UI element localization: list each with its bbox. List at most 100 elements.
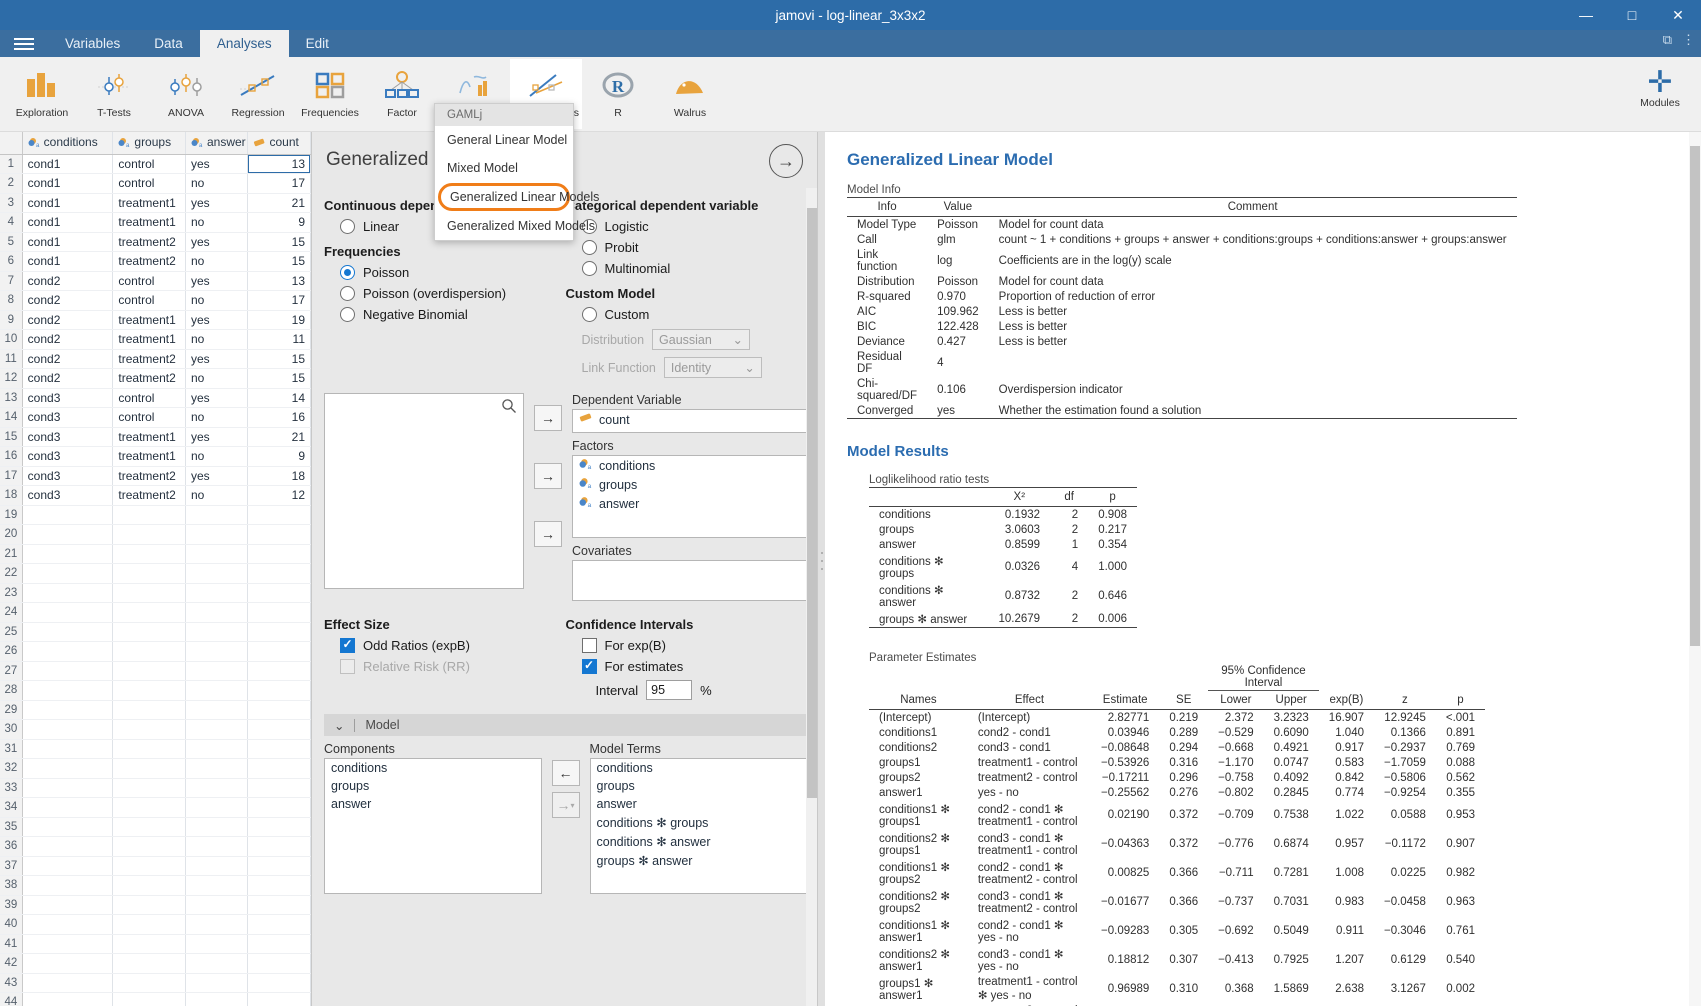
cell-conditions[interactable] <box>22 759 113 779</box>
cell-answer[interactable] <box>185 661 248 681</box>
cell-groups[interactable]: treatment1 <box>113 213 186 233</box>
column-header-groups[interactable]: a groups <box>113 132 186 154</box>
cell-answer[interactable]: yes <box>185 232 248 252</box>
results-scrollbar-thumb[interactable] <box>1690 146 1700 646</box>
search-icon[interactable] <box>501 398 517 417</box>
cell-groups[interactable] <box>113 817 186 837</box>
cell-answer[interactable]: yes <box>185 154 248 174</box>
assign-covariates-button[interactable]: → <box>534 521 562 547</box>
model-term-item[interactable]: groups ✻ answer <box>591 851 807 870</box>
cell-count[interactable]: 13 <box>248 271 311 291</box>
cell-count[interactable]: 15 <box>248 349 311 369</box>
cell-answer[interactable] <box>185 525 248 545</box>
factor-item-conditions[interactable]: a conditions <box>573 456 806 475</box>
cell-conditions[interactable]: cond1 <box>22 174 113 194</box>
cell-conditions[interactable] <box>22 837 113 857</box>
cell-count[interactable] <box>248 798 311 818</box>
table-row[interactable]: 21 <box>0 544 311 564</box>
table-row[interactable]: 35 <box>0 817 311 837</box>
cell-conditions[interactable]: cond2 <box>22 310 113 330</box>
cell-answer[interactable] <box>185 915 248 935</box>
cell-conditions[interactable] <box>22 583 113 603</box>
ribbon-regression[interactable]: Regression <box>222 59 294 129</box>
cell-answer[interactable] <box>185 973 248 993</box>
cell-count[interactable]: 21 <box>248 193 311 213</box>
results-panel[interactable]: Generalized Linear Model Model Info Info… <box>825 132 1701 1006</box>
cell-answer[interactable] <box>185 700 248 720</box>
more-options-icon[interactable]: ⋮ <box>1682 32 1695 48</box>
table-row[interactable]: 23 <box>0 583 311 603</box>
cell-conditions[interactable] <box>22 681 113 701</box>
cell-groups[interactable] <box>113 778 186 798</box>
cell-groups[interactable] <box>113 700 186 720</box>
cell-count[interactable] <box>248 817 311 837</box>
table-row[interactable]: 15cond3treatment1yes21 <box>0 427 311 447</box>
model-term-item[interactable]: conditions ✻ groups <box>591 813 807 832</box>
model-term-item[interactable]: groups <box>591 777 807 795</box>
cell-answer[interactable] <box>185 837 248 857</box>
cell-count[interactable]: 9 <box>248 447 311 467</box>
cell-count[interactable]: 21 <box>248 427 311 447</box>
cell-count[interactable] <box>248 622 311 642</box>
cell-count[interactable] <box>248 564 311 584</box>
cell-count[interactable] <box>248 720 311 740</box>
cell-conditions[interactable]: cond2 <box>22 330 113 350</box>
cell-count[interactable] <box>248 739 311 759</box>
table-row[interactable]: 41 <box>0 934 311 954</box>
tab-variables[interactable]: Variables <box>48 30 137 57</box>
cell-answer[interactable] <box>185 759 248 779</box>
cell-count[interactable] <box>248 505 311 525</box>
cell-groups[interactable]: treatment1 <box>113 330 186 350</box>
maximize-button[interactable]: □ <box>1609 0 1655 30</box>
factors-box[interactable]: a conditions a groups a answer <box>572 455 807 538</box>
cell-count[interactable] <box>248 934 311 954</box>
link-function-select[interactable]: Identity ⌄ <box>664 357 762 378</box>
cell-answer[interactable] <box>185 934 248 954</box>
cell-groups[interactable] <box>113 564 186 584</box>
cell-conditions[interactable] <box>22 895 113 915</box>
cell-groups[interactable] <box>113 583 186 603</box>
cell-count[interactable]: 9 <box>248 213 311 233</box>
cell-groups[interactable] <box>113 739 186 759</box>
cell-answer[interactable]: yes <box>185 349 248 369</box>
table-row[interactable]: 22 <box>0 564 311 584</box>
cell-conditions[interactable] <box>22 954 113 974</box>
cell-groups[interactable]: treatment2 <box>113 486 186 506</box>
cell-count[interactable] <box>248 583 311 603</box>
cell-conditions[interactable] <box>22 798 113 818</box>
component-item[interactable]: groups <box>325 777 541 795</box>
cell-groups[interactable]: control <box>113 271 186 291</box>
table-row[interactable]: 14cond3controlno16 <box>0 408 311 428</box>
table-row[interactable]: 8cond2controlno17 <box>0 291 311 311</box>
cell-count[interactable] <box>248 954 311 974</box>
column-header-conditions[interactable]: a conditions <box>22 132 113 154</box>
cell-count[interactable]: 17 <box>248 291 311 311</box>
table-row[interactable]: 19 <box>0 505 311 525</box>
assign-factors-button[interactable]: → <box>534 463 562 489</box>
cell-conditions[interactable] <box>22 993 113 1006</box>
cell-groups[interactable] <box>113 915 186 935</box>
checkbox-for-expb[interactable]: For exp(B) <box>582 638 808 653</box>
cell-conditions[interactable]: cond2 <box>22 271 113 291</box>
checkbox-for-estimates[interactable]: For estimates <box>582 659 808 674</box>
cell-conditions[interactable]: cond3 <box>22 427 113 447</box>
table-row[interactable]: 42 <box>0 954 311 974</box>
cell-groups[interactable]: treatment2 <box>113 252 186 272</box>
table-row[interactable]: 2cond1controlno17 <box>0 174 311 194</box>
cell-answer[interactable] <box>185 603 248 623</box>
cell-answer[interactable]: yes <box>185 466 248 486</box>
hide-options-arrow-button[interactable]: → <box>769 144 803 178</box>
cell-count[interactable] <box>248 681 311 701</box>
table-row[interactable]: 30 <box>0 720 311 740</box>
tab-edit[interactable]: Edit <box>289 30 346 57</box>
cell-groups[interactable] <box>113 837 186 857</box>
cell-answer[interactable] <box>185 505 248 525</box>
cell-conditions[interactable]: cond1 <box>22 252 113 272</box>
table-row[interactable]: 18cond3treatment2no12 <box>0 486 311 506</box>
gamlj-dropdown-menu[interactable]: GAMLj General Linear Model Mixed Model G… <box>434 103 574 241</box>
cell-conditions[interactable]: cond3 <box>22 408 113 428</box>
cell-count[interactable] <box>248 915 311 935</box>
cell-count[interactable] <box>248 700 311 720</box>
radio-probit-control[interactable] <box>582 240 597 255</box>
radio-poisson-control[interactable] <box>340 265 355 280</box>
